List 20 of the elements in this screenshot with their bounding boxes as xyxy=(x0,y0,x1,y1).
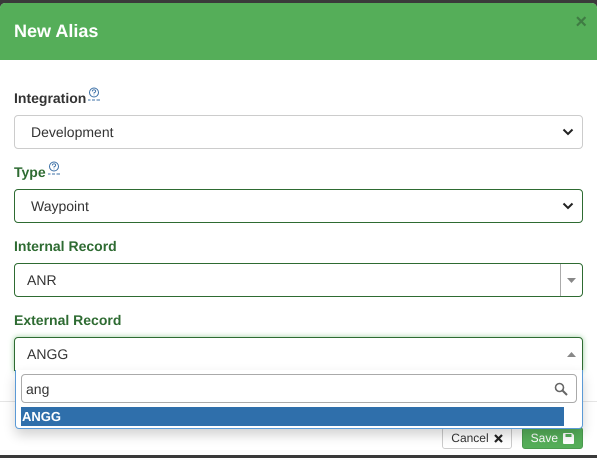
dropdown-option[interactable]: ANGG xyxy=(21,407,564,426)
cancel-button[interactable]: Cancel xyxy=(442,427,512,449)
select-field[interactable]: Waypoint xyxy=(14,189,583,223)
dialog-title: New Alias xyxy=(14,21,98,42)
field-label: External Record xyxy=(14,312,122,328)
help-icon[interactable] xyxy=(48,161,60,175)
chevron-down-icon xyxy=(562,128,574,136)
help-icon[interactable] xyxy=(88,87,100,101)
chevron-down-icon xyxy=(562,202,574,210)
field-label: Integration xyxy=(14,90,86,106)
caret-down-icon xyxy=(567,278,576,282)
field-label: Internal Record xyxy=(14,238,117,254)
select-field[interactable]: Development xyxy=(14,115,583,149)
field-label: Type xyxy=(14,164,46,180)
caret-up-icon xyxy=(567,352,576,356)
search-field[interactable]: ang xyxy=(21,374,577,403)
combo-field[interactable]: ANR xyxy=(14,263,583,297)
search-icon xyxy=(554,382,568,396)
combo-field[interactable]: ANGG xyxy=(14,337,583,371)
close-icon xyxy=(494,434,503,442)
